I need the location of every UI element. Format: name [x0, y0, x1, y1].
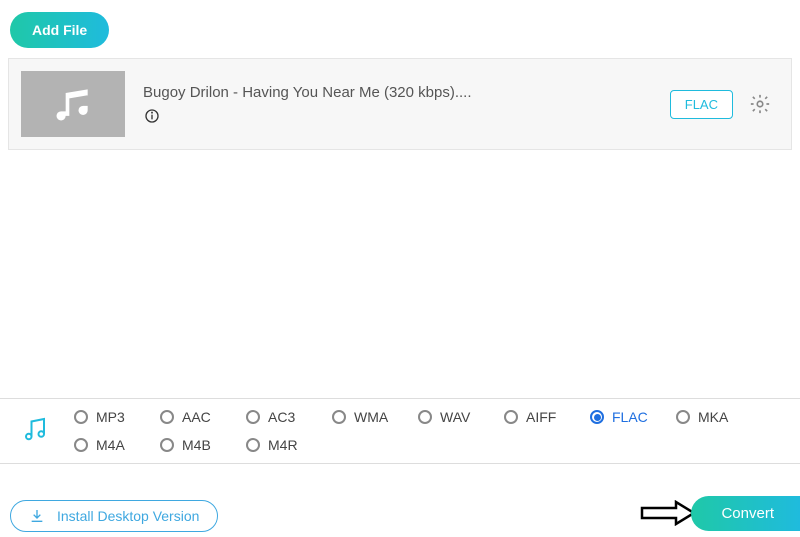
format-option-label: WMA: [354, 409, 388, 425]
format-section: MP3 AAC AC3 WMA WAV AIFF FLAC MKA M4A M4B M4R: [0, 398, 800, 464]
format-option-m4a[interactable]: M4A: [74, 437, 160, 453]
info-icon[interactable]: [143, 107, 161, 125]
file-format-badge[interactable]: FLAC: [670, 90, 733, 119]
radio-icon: [418, 410, 432, 424]
format-option-aiff[interactable]: AIFF: [504, 409, 590, 425]
radio-icon: [74, 410, 88, 424]
file-title: Bugoy Drilon - Having You Near Me (320 k…: [143, 84, 670, 101]
format-option-label: M4R: [268, 437, 298, 453]
radio-icon: [160, 410, 174, 424]
gear-icon[interactable]: [749, 93, 771, 115]
radio-icon: [74, 438, 88, 452]
file-row: Bugoy Drilon - Having You Near Me (320 k…: [8, 58, 792, 150]
format-option-label: WAV: [440, 409, 470, 425]
format-option-m4r[interactable]: M4R: [246, 437, 332, 453]
radio-icon: [246, 438, 260, 452]
radio-icon: [590, 410, 604, 424]
add-file-button[interactable]: Add File: [10, 12, 109, 48]
format-option-label: FLAC: [612, 409, 648, 425]
format-option-flac[interactable]: FLAC: [590, 409, 676, 425]
radio-icon: [504, 410, 518, 424]
format-music-icon: [20, 414, 50, 449]
format-option-wma[interactable]: WMA: [332, 409, 418, 425]
install-desktop-label: Install Desktop Version: [57, 508, 199, 524]
format-option-label: MP3: [96, 409, 125, 425]
radio-icon: [160, 438, 174, 452]
format-option-label: AC3: [268, 409, 295, 425]
format-option-mka[interactable]: MKA: [676, 409, 762, 425]
convert-button[interactable]: Convert: [691, 496, 800, 531]
format-option-label: M4B: [182, 437, 211, 453]
file-meta: Bugoy Drilon - Having You Near Me (320 k…: [125, 84, 670, 125]
format-option-label: MKA: [698, 409, 728, 425]
format-option-wav[interactable]: WAV: [418, 409, 504, 425]
file-actions: FLAC: [670, 90, 771, 119]
format-option-mp3[interactable]: MP3: [74, 409, 160, 425]
format-option-m4b[interactable]: M4B: [160, 437, 246, 453]
music-note-icon: [51, 82, 95, 126]
format-option-label: M4A: [96, 437, 125, 453]
format-option-aac[interactable]: AAC: [160, 409, 246, 425]
download-icon: [29, 508, 45, 524]
format-option-ac3[interactable]: AC3: [246, 409, 332, 425]
radio-icon: [246, 410, 260, 424]
arrow-annotation: [640, 500, 696, 531]
format-option-label: AIFF: [526, 409, 556, 425]
format-option-label: AAC: [182, 409, 211, 425]
radio-icon: [332, 410, 346, 424]
format-options: MP3 AAC AC3 WMA WAV AIFF FLAC MKA M4A M4B M4R: [74, 409, 764, 453]
radio-icon: [676, 410, 690, 424]
file-thumbnail: [21, 71, 125, 137]
install-desktop-button[interactable]: Install Desktop Version: [10, 500, 218, 532]
